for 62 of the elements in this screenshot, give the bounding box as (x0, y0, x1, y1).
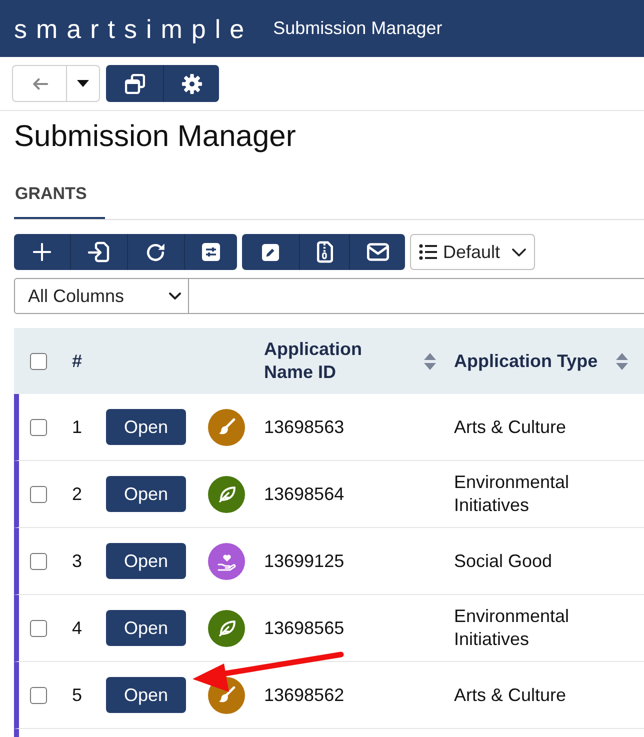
sliders-icon (202, 243, 220, 261)
app-title: Submission Manager (273, 17, 442, 40)
zipped-file-icon (316, 241, 332, 263)
archive-button[interactable] (299, 234, 349, 270)
column-header: Application Type (454, 350, 598, 372)
open-button[interactable]: Open (106, 476, 186, 512)
application-id: 13698565 (264, 618, 344, 638)
row-checkbox[interactable] (30, 552, 47, 570)
history-dropdown-button[interactable] (66, 65, 100, 102)
application-type: Arts & Culture (454, 416, 568, 438)
sort-icon[interactable] (616, 352, 628, 370)
application-type: Social Good (454, 550, 554, 572)
add-button[interactable] (14, 234, 70, 270)
application-id: 13698563 (264, 416, 344, 436)
row-checkbox[interactable] (30, 486, 47, 502)
settings-button[interactable] (163, 65, 219, 102)
open-button[interactable]: Open (106, 543, 186, 579)
search-field[interactable] (189, 278, 644, 314)
application-id: 13698564 (264, 484, 344, 504)
open-button[interactable]: Open (106, 409, 186, 445)
pencil-square-icon (262, 244, 279, 260)
page-title: Submission Manager (13, 119, 297, 155)
row-number: 4 (72, 618, 82, 638)
edit-button[interactable] (242, 234, 299, 270)
email-button[interactable] (349, 234, 405, 270)
logo-wordmark: smartsimple (14, 16, 254, 42)
row-checkbox[interactable] (30, 418, 47, 436)
list-icon (419, 244, 437, 260)
column-header: Application Name ID (264, 338, 363, 384)
application-type: Environmental Initiatives (454, 471, 570, 517)
view-dropdown[interactable]: Default (410, 234, 535, 270)
refresh-button[interactable] (127, 234, 184, 270)
open-button[interactable]: Open (106, 677, 186, 713)
application-type: Environmental Initiatives (454, 605, 570, 651)
filter-settings-button[interactable] (184, 234, 237, 270)
import-button[interactable] (70, 234, 127, 270)
overlapping-squares-icon (124, 74, 144, 94)
refresh-icon (146, 242, 166, 262)
grants-tab[interactable]: GRANTS (14, 177, 105, 219)
back-arrow-icon (32, 76, 48, 90)
column-header: # (72, 350, 82, 372)
new-window-button[interactable] (106, 65, 163, 102)
envelope-icon (366, 243, 388, 261)
application-id: 13698562 (264, 684, 344, 704)
row-number: 3 (72, 550, 82, 570)
chevron-down-icon (512, 248, 526, 256)
open-button[interactable]: Open (106, 610, 186, 646)
row-checkbox[interactable] (30, 686, 47, 704)
plus-icon (33, 243, 51, 261)
row-number: 2 (72, 484, 82, 504)
application-id: 13699125 (264, 550, 344, 570)
settings-icon (182, 74, 202, 94)
caret-icon (77, 80, 89, 87)
column-select[interactable]: All Columns (14, 278, 189, 314)
row-number: 5 (72, 684, 82, 704)
chevron-down-icon (169, 292, 181, 300)
application-type: Arts & Culture (454, 684, 568, 706)
sort-icon[interactable] (424, 352, 436, 370)
row-checkbox[interactable] (30, 620, 47, 636)
row-number: 1 (72, 416, 82, 436)
select-all-checkbox[interactable] (30, 352, 47, 370)
file-import-icon (88, 241, 110, 263)
